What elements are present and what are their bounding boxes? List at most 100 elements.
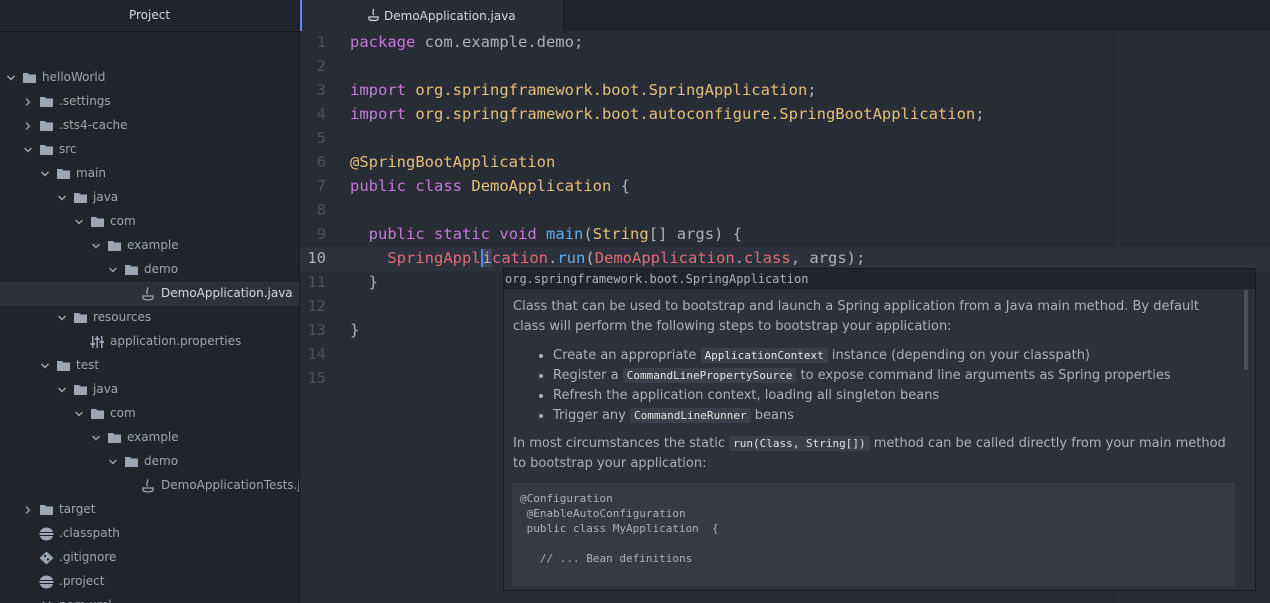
chevron-down-icon[interactable] [108, 265, 118, 275]
chevron-right-icon[interactable] [23, 97, 33, 107]
code-line: 1 package com.example.demo; [300, 31, 1270, 55]
tree-item-label: test [76, 358, 100, 372]
code-line: 6 @SpringBootApplication [300, 151, 1270, 175]
code-token: DemoApplication [594, 249, 735, 267]
chevron-down-icon[interactable] [108, 457, 118, 467]
tab-demo-application[interactable]: DemoApplication.java [300, 0, 564, 31]
tree-item[interactable]: com [0, 402, 299, 426]
tree-item[interactable]: .sts4-cache [0, 114, 299, 138]
code-text: @SpringBootApplication [350, 153, 555, 171]
tree-item[interactable]: helloWorld [0, 66, 299, 90]
code-token: . [548, 249, 558, 267]
config-file-icon [39, 527, 54, 541]
chevron-down-icon[interactable] [6, 73, 16, 83]
chevron-down-icon[interactable] [57, 313, 67, 323]
chevron-down-icon[interactable] [74, 409, 84, 419]
line-number: 10 [307, 249, 326, 267]
code-text: import org.springframework.boot.SpringAp… [350, 81, 817, 99]
folder-icon [23, 73, 36, 83]
tree-item[interactable]: java [0, 378, 299, 402]
code-token: static [434, 225, 491, 243]
code-text: SpringAppl ication.run(DemoApplication.cl… [350, 249, 865, 267]
line-number: 11 [307, 273, 326, 291]
tree-item-label: example [127, 238, 179, 252]
chevron-down-icon[interactable] [91, 241, 101, 251]
tree-item-label: demo [144, 262, 179, 276]
code-token: String [592, 225, 649, 243]
tree-item[interactable]: java [0, 186, 299, 210]
tree-item[interactable]: demo [0, 258, 299, 282]
java-file-icon [142, 287, 154, 301]
tree-item[interactable]: demo [0, 450, 299, 474]
tree-item[interactable]: application.properties [0, 330, 299, 354]
tree-item-label: com [110, 406, 136, 420]
line-number: 12 [307, 297, 326, 315]
hover-documentation-popup[interactable]: org.springframework.boot.SpringApplicati… [503, 268, 1256, 591]
tree-item[interactable]: resources [0, 306, 299, 330]
tree-item-label: pom.xml [59, 598, 112, 603]
tree-item[interactable]: main [0, 162, 299, 186]
popup-step-list: Create an appropriate ApplicationContext… [513, 346, 1235, 426]
popup-code-example: @Configuration @EnableAutoConfiguration … [512, 483, 1235, 586]
tree-item[interactable]: .project [0, 570, 299, 594]
code-token: class [415, 177, 463, 195]
code-line: 9 public static void main(String[] args)… [300, 223, 1270, 247]
tree-item[interactable]: .classpath [0, 522, 299, 546]
popup-scrollbar[interactable] [1244, 290, 1248, 370]
chevron-down-icon[interactable] [40, 361, 50, 371]
line-number: 3 [316, 81, 326, 99]
tree-item-label: DemoApplication.java [161, 286, 293, 300]
line-number: 5 [316, 129, 326, 147]
code-token: cation [492, 249, 548, 267]
tree-item[interactable]: target [0, 498, 299, 522]
chevron-down-icon[interactable] [57, 193, 67, 203]
tree-item[interactable]: example [0, 426, 299, 450]
code-token: ( [583, 225, 593, 243]
chevron-down-icon[interactable] [57, 385, 67, 395]
folder-icon [74, 385, 87, 395]
code-token: ( [585, 249, 595, 267]
line-number: 1 [316, 33, 326, 51]
tree-item[interactable]: .settings [0, 90, 299, 114]
line-number: 14 [307, 345, 326, 363]
code-token: . [734, 249, 745, 267]
line-number: 15 [307, 369, 326, 387]
code-token: DemoApplication [471, 177, 612, 195]
popup-header: org.springframework.boot.SpringApplicati… [504, 269, 1255, 289]
chevron-right-icon[interactable] [23, 121, 33, 131]
popup-step-item: Trigger any CommandLineRunner beans [553, 406, 1235, 426]
tree-item[interactable]: com [0, 210, 299, 234]
tree-item[interactable]: test [0, 354, 299, 378]
folder-icon [108, 433, 121, 443]
tree-item[interactable]: src [0, 138, 299, 162]
popup-title: org.springframework.boot.SpringApplicati… [505, 272, 809, 286]
chevron-down-icon[interactable] [74, 217, 84, 227]
tree-item-label: application.properties [110, 334, 242, 348]
tree-item[interactable]: DemoApplication.java [0, 282, 299, 306]
code-token: org.springframework.boot.autoconfigure.S… [415, 105, 976, 123]
chevron-right-icon[interactable] [23, 505, 33, 515]
popup-body: Class that can be used to bootstrap and … [512, 297, 1235, 586]
tree-item[interactable]: .gitignore [0, 546, 299, 570]
code-text: } [350, 273, 378, 291]
tree-item[interactable]: example [0, 234, 299, 258]
tab-bar: DemoApplication.java [300, 0, 1270, 32]
tree-item[interactable]: DemoApplicationTests.java [0, 474, 299, 498]
chevron-down-icon[interactable] [23, 145, 33, 155]
tree-item-label: helloWorld [42, 70, 106, 84]
folder-icon [91, 409, 104, 419]
chevron-down-icon[interactable] [91, 433, 101, 443]
inline-code: CommandLinePropertySource [622, 368, 797, 383]
tree-item-label: .gitignore [59, 550, 117, 564]
line-number: 6 [316, 153, 326, 171]
code-token: run [557, 249, 586, 267]
tree-item[interactable]: pom.xml [0, 594, 299, 603]
chevron-down-icon[interactable] [40, 169, 50, 179]
code-line: 2 [300, 55, 1270, 79]
